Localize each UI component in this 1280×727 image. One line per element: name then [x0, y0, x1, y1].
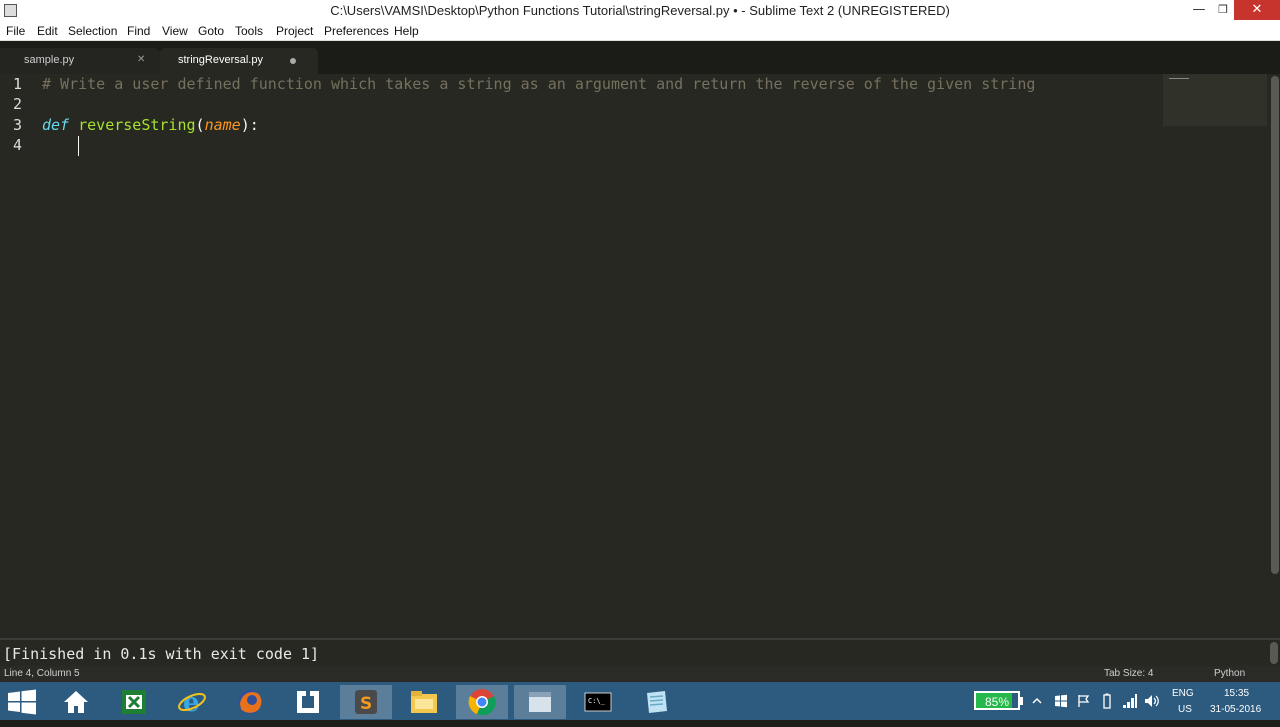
line-number-gutter: 1 2 3 4 [0, 74, 32, 638]
signal-icon[interactable] [1122, 693, 1138, 709]
line-number: 4 [13, 136, 23, 154]
app-frame-icon[interactable] [282, 685, 334, 719]
vertical-scrollbar[interactable] [1270, 74, 1280, 574]
chrome-icon[interactable] [456, 685, 508, 719]
tab-sample-py[interactable]: sample.py ✕ [0, 48, 160, 74]
tab-label: stringReversal.py [178, 54, 263, 66]
region-indicator[interactable]: US [1178, 704, 1192, 715]
file-explorer-icon[interactable] [398, 685, 450, 719]
windows-start-icon[interactable] [4, 687, 40, 717]
status-bar: Line 4, Column 5 Tab Size: 4 Python [0, 666, 1280, 682]
output-scrollbar[interactable] [1270, 642, 1278, 664]
code-comment-line: # Write a user defined function which ta… [42, 75, 1036, 93]
menu-tools[interactable]: Tools [235, 24, 263, 38]
line-number: 1 [13, 75, 23, 93]
window-icon[interactable] [514, 685, 566, 719]
svg-text:S: S [360, 694, 372, 714]
unsaved-dot-icon[interactable] [290, 58, 296, 64]
menu-project[interactable]: Project [276, 24, 313, 38]
home-icon[interactable] [50, 685, 102, 719]
tab-size[interactable]: Tab Size: 4 [1104, 668, 1153, 679]
volume-icon[interactable] [1144, 693, 1160, 709]
close-paren-colon: ): [240, 116, 259, 134]
show-hidden-icons-icon[interactable] [1032, 696, 1042, 706]
sublime-text-icon[interactable]: S [340, 685, 392, 719]
tab-label: sample.py [24, 54, 75, 66]
open-paren: ( [195, 116, 205, 134]
line-number: 3 [13, 116, 23, 134]
svg-text:e: e [183, 688, 200, 717]
cursor-position: Line 4, Column 5 [4, 668, 80, 679]
restore-button[interactable]: ❐ [1210, 0, 1236, 20]
menu-edit[interactable]: Edit [37, 24, 58, 38]
clock-time[interactable]: 15:35 [1224, 688, 1249, 699]
close-button[interactable]: ✕ [1234, 0, 1280, 20]
menu-preferences[interactable]: Preferences [324, 24, 389, 38]
minimize-button[interactable]: — [1186, 0, 1212, 20]
scrollbar-thumb[interactable] [1271, 76, 1279, 574]
battery-indicator[interactable]: 85% [974, 691, 1023, 710]
build-output-text: [Finished in 0.1s with exit code 1] [3, 645, 320, 663]
menu-bar: File Edit Selection Find View Goto Tools… [0, 22, 1280, 41]
firefox-icon[interactable] [224, 685, 276, 719]
text-cursor [78, 136, 79, 156]
language-indicator[interactable]: ENG [1172, 688, 1194, 699]
excel-icon[interactable] [108, 685, 160, 719]
title-bar: C:\Users\VAMSI\Desktop\Python Functions … [0, 0, 1280, 22]
minimap-line [1169, 78, 1189, 79]
command-prompt-icon[interactable]: C:\_ [572, 685, 624, 719]
battery-nub [1020, 697, 1023, 705]
battery-percent: 85% [984, 695, 1010, 709]
keyword-def: def [42, 116, 70, 134]
tab-strip: sample.py ✕ stringReversal.py [0, 41, 1280, 74]
window-title: C:\Users\VAMSI\Desktop\Python Functions … [330, 3, 950, 18]
build-output-panel: [Finished in 0.1s with exit code 1] [0, 638, 1280, 666]
notes-icon[interactable] [630, 685, 682, 719]
clock-date[interactable]: 31-05-2016 [1210, 704, 1261, 715]
flag-icon[interactable] [1077, 694, 1091, 708]
line-number: 2 [13, 95, 23, 113]
code-def-line: def reverseString(name): [42, 116, 259, 134]
syntax-mode[interactable]: Python [1214, 668, 1245, 679]
menu-goto[interactable]: Goto [198, 24, 224, 38]
tab-stringreversal-py[interactable]: stringReversal.py [160, 48, 318, 74]
menu-file[interactable]: File [6, 24, 25, 38]
menu-view[interactable]: View [162, 24, 188, 38]
minimap[interactable] [1163, 74, 1267, 126]
windows-flag-icon[interactable] [1054, 694, 1068, 708]
parameter-name: name [204, 116, 241, 134]
svg-text:C:\_: C:\_ [588, 697, 606, 705]
tab-close-icon[interactable]: ✕ [137, 48, 145, 72]
menu-help[interactable]: Help [394, 24, 419, 38]
menu-find[interactable]: Find [127, 24, 150, 38]
code-editor[interactable]: 1 2 3 4 # Write a user defined function … [0, 74, 1280, 638]
internet-explorer-icon[interactable]: e [166, 685, 218, 719]
power-icon[interactable] [1102, 693, 1112, 709]
function-name: reverseString [78, 116, 196, 134]
windows-taskbar: e S C:\_ 85% ENG US 15:35 31-05-2016 [0, 682, 1280, 720]
menu-selection[interactable]: Selection [68, 24, 117, 38]
